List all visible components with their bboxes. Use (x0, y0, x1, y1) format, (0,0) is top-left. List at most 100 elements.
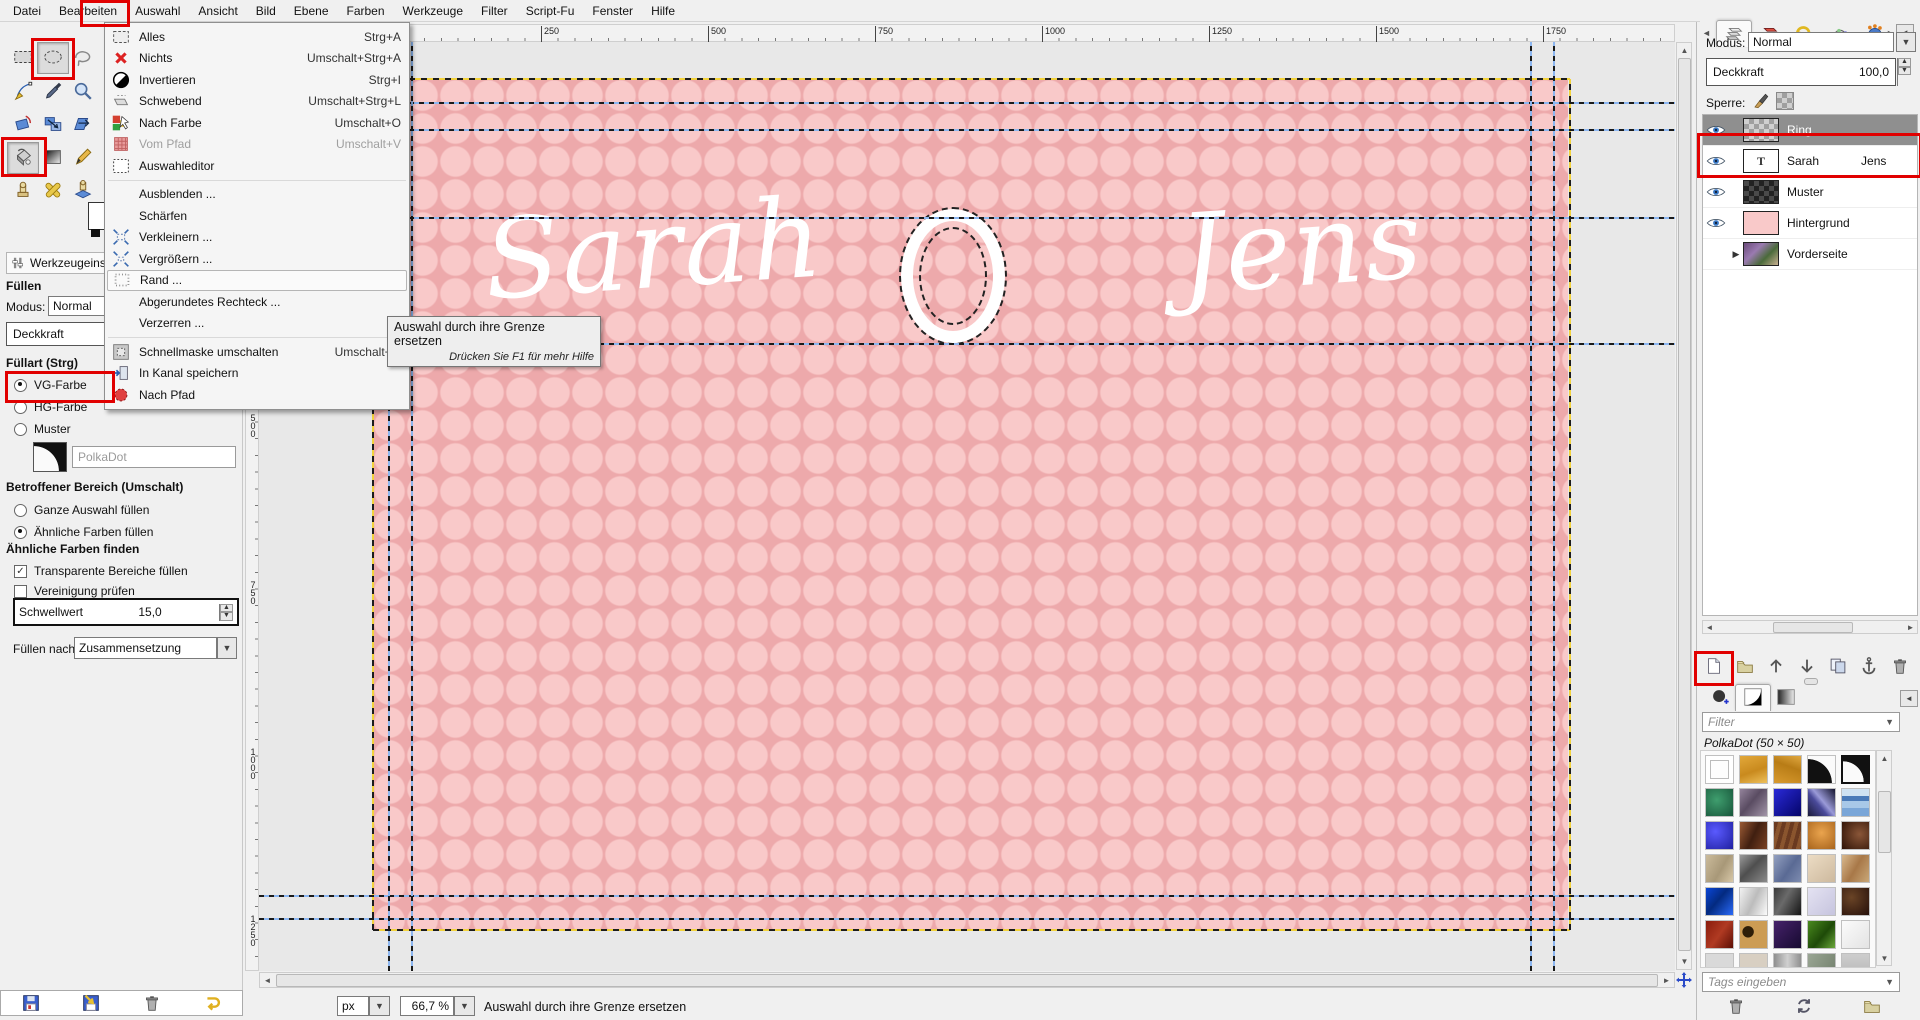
pattern-swatch-15[interactable] (1705, 854, 1734, 883)
pattern-swatch-20[interactable] (1705, 887, 1734, 916)
menubar-item-fenster[interactable]: Fenster (583, 1, 642, 21)
filter-dropdown-icon[interactable]: ▼ (1885, 717, 1894, 727)
eye-icon[interactable] (1703, 119, 1729, 141)
menubar-item-ansicht[interactable]: Ansicht (189, 1, 246, 21)
new-group-button[interactable] (1733, 654, 1757, 678)
lower-layer-button[interactable] (1795, 654, 1819, 678)
eye-icon[interactable] (1703, 181, 1729, 203)
pattern-swatch-34[interactable] (1841, 953, 1870, 968)
dock-resize-handle[interactable] (1804, 678, 1818, 685)
open-pattern-folder-button[interactable] (1860, 994, 1884, 1018)
layer-row-sarah[interactable]: TSarahJens (1703, 146, 1917, 177)
reset-tool-options-button[interactable] (201, 992, 223, 1014)
menu-item-abgerundetesrechteck[interactable]: Abgerundetes Rechteck ... (107, 291, 407, 313)
threshold-slider[interactable]: Schwellwert 15,0 ▲▼ (13, 598, 239, 626)
pattern-filter-input[interactable]: Filter ▼ (1702, 712, 1900, 732)
tool-flip[interactable] (67, 109, 99, 141)
find-check-0[interactable]: ✓Transparente Bereiche füllen (14, 563, 188, 579)
hscroll-thumb[interactable] (276, 974, 1658, 987)
layers-scroll-right-icon[interactable]: ► (1905, 622, 1916, 633)
layer-row-hintergrund[interactable]: Hintergrund (1703, 208, 1917, 239)
pattern-swatch-32[interactable] (1773, 953, 1802, 968)
menubar-item-filter[interactable]: Filter (472, 1, 517, 21)
pattern-swatch-16[interactable] (1739, 854, 1768, 883)
tool-clone[interactable] (7, 175, 39, 207)
menu-item-inkanalspeichern[interactable]: In Kanal speichern (107, 363, 407, 385)
menu-item-nichts[interactable]: NichtsUmschalt+Strg+A (107, 48, 407, 70)
menubar-item-datei[interactable]: Datei (4, 1, 50, 21)
patterns-scroll-thumb[interactable] (1878, 791, 1891, 853)
pattern-swatch-2[interactable] (1773, 755, 1802, 784)
threshold-spinner[interactable]: ▲▼ (219, 604, 233, 621)
eye-icon[interactable] (1703, 212, 1729, 234)
tool-rotate[interactable] (7, 109, 39, 141)
scroll-left-icon[interactable]: ◄ (261, 974, 274, 987)
tool-gradient[interactable] (37, 142, 69, 174)
canvas-viewport[interactable]: SarahJens (259, 42, 1675, 971)
menu-item-nachfarbe[interactable]: Nach FarbeUmschalt+O (107, 112, 407, 134)
tags-dropdown-icon[interactable]: ▼ (1885, 977, 1894, 987)
pattern-name-field[interactable]: PolkaDot (72, 446, 236, 468)
tool-bucket-fill[interactable] (7, 142, 39, 174)
tab-brushes[interactable] (1702, 684, 1738, 711)
new-layer-button[interactable] (1702, 654, 1726, 678)
menu-item-nachpfad[interactable]: Nach Pfad (107, 384, 407, 406)
raise-layer-button[interactable] (1764, 654, 1788, 678)
anchor-layer-button[interactable] (1857, 654, 1881, 678)
menubar-item-auswahl[interactable]: Auswahl (126, 1, 189, 21)
pattern-swatch-9[interactable] (1841, 788, 1870, 817)
vertical-scrollbar[interactable]: ▲ ▼ (1676, 42, 1692, 970)
restore-tool-preset-button[interactable] (80, 992, 102, 1014)
menu-item-ausblenden[interactable]: Ausblenden ... (107, 184, 407, 206)
tool-heal[interactable] (37, 175, 69, 207)
pattern-swatch-26[interactable] (1739, 920, 1768, 949)
tags-input[interactable]: Tags eingeben ▼ (1702, 972, 1900, 992)
tab-gradients[interactable] (1768, 684, 1804, 711)
find-check-1[interactable]: Vereinigung prüfen (14, 583, 135, 599)
zoom-dropdown-icon[interactable]: ▼ (454, 996, 475, 1016)
pattern-swatch-18[interactable] (1807, 854, 1836, 883)
horizontal-ruler[interactable]: 2505007501000125015001750 (259, 24, 1675, 42)
unit-dropdown-icon[interactable]: ▼ (369, 996, 390, 1016)
pattern-swatch-28[interactable] (1807, 920, 1836, 949)
pattern-swatch-12[interactable] (1773, 821, 1802, 850)
tool-pencil[interactable] (67, 142, 99, 174)
menu-item-schärfen[interactable]: Schärfen (107, 205, 407, 227)
pattern-swatch-5[interactable] (1705, 788, 1734, 817)
fill-type-hgfarbe[interactable]: HG-Farbe (14, 399, 87, 415)
pattern-swatch-29[interactable] (1841, 920, 1870, 949)
horizontal-scrollbar[interactable]: ◄ ► (259, 972, 1675, 988)
vscroll-thumb[interactable] (1678, 58, 1691, 951)
pattern-swatch-6[interactable] (1739, 788, 1768, 817)
pattern-swatch-31[interactable] (1739, 953, 1768, 968)
layer-row-vorderseite[interactable]: ▶Vorderseite (1703, 239, 1917, 270)
layer-opacity-spinner[interactable]: ▲▼ (1897, 58, 1911, 86)
background-color-swatch[interactable] (91, 229, 100, 237)
menu-item-auswahleditor[interactable]: Auswahleditor (107, 155, 407, 177)
menubar-item-bild[interactable]: Bild (247, 1, 285, 21)
unit-combo[interactable]: px (337, 996, 369, 1016)
menu-item-schwebend[interactable]: SchwebendUmschalt+Strg+L (107, 91, 407, 113)
menu-item-alles[interactable]: AllesStrg+A (107, 26, 407, 48)
scroll-right-icon[interactable]: ► (1660, 974, 1673, 987)
layer-mode-combo[interactable]: Normal (1748, 32, 1894, 52)
menu-item-schnellmaskeumschalten[interactable]: Schnellmaske umschaltenUmschalt+Q (107, 341, 407, 363)
menubar-item-scriptfu[interactable]: Script-Fu (517, 1, 584, 21)
fill-by-combo[interactable]: Zusammensetzung (74, 637, 217, 659)
pattern-swatch-11[interactable] (1739, 821, 1768, 850)
dock-divider[interactable] (1696, 22, 1697, 1020)
tool-zoom[interactable] (67, 76, 99, 108)
pattern-swatch-1[interactable] (1739, 755, 1768, 784)
pattern-swatch-25[interactable] (1705, 920, 1734, 949)
pattern-swatch-4[interactable] (1841, 755, 1870, 784)
pattern-swatch-10[interactable] (1705, 821, 1734, 850)
pattern-swatch-24[interactable] (1841, 887, 1870, 916)
pattern-swatch-8[interactable] (1807, 788, 1836, 817)
pattern-swatch-7[interactable] (1773, 788, 1802, 817)
tab-patterns[interactable] (1735, 684, 1771, 711)
tool-free-select[interactable] (67, 42, 99, 74)
pattern-swatch-17[interactable] (1773, 854, 1802, 883)
pattern-swatch-27[interactable] (1773, 920, 1802, 949)
fill-by-dropdown-icon[interactable]: ▼ (217, 637, 237, 659)
area-option-0[interactable]: Ganze Auswahl füllen (14, 502, 149, 518)
